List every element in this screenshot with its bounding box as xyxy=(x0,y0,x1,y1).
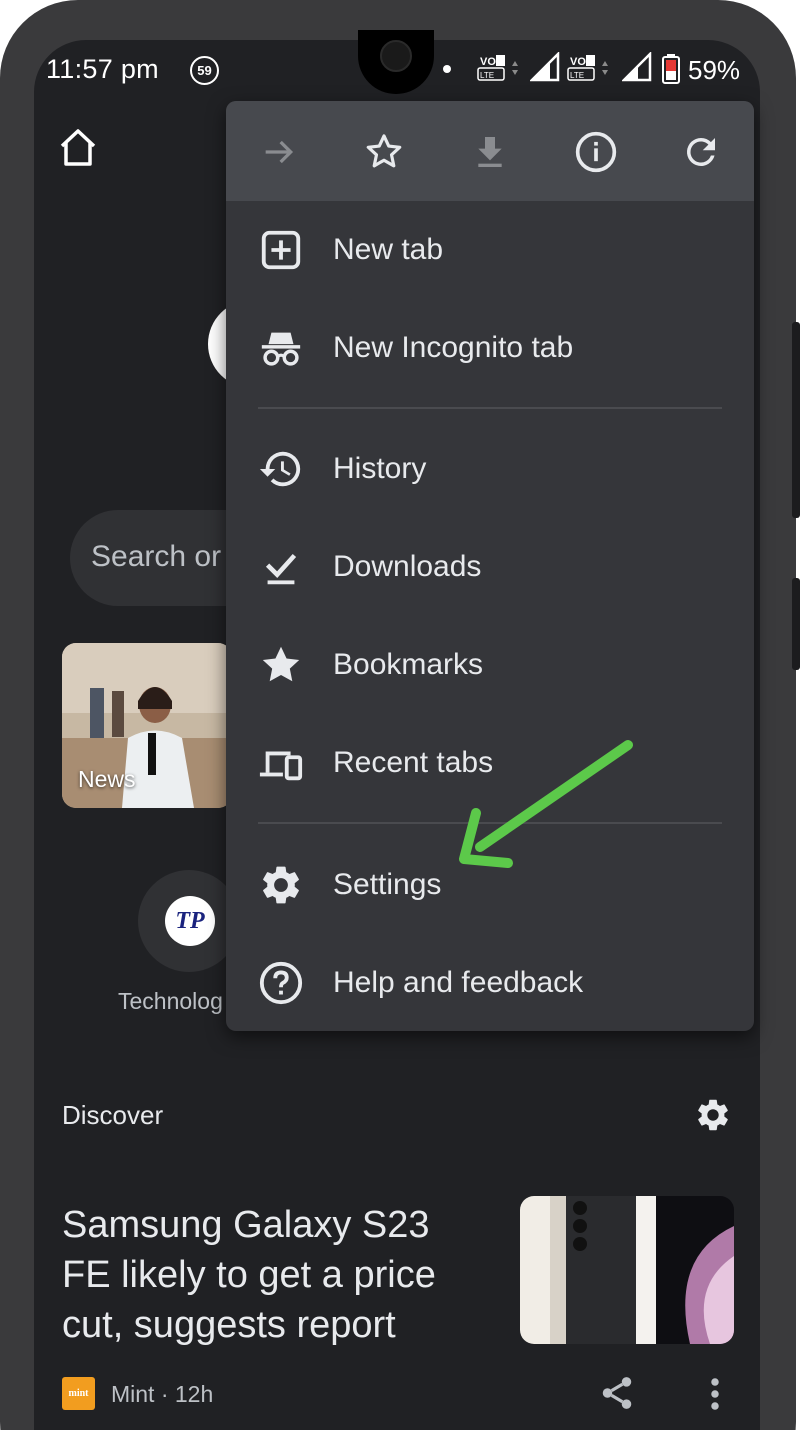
battery-percent: 59% xyxy=(688,55,741,85)
menu-item-label: Help and feedback xyxy=(333,966,584,999)
article-title[interactable]: Samsung Galaxy S23 FE likely to get a pr… xyxy=(62,1200,482,1350)
mint-logo: mint xyxy=(62,1377,95,1410)
downloads-icon xyxy=(265,553,297,585)
signal-strength-icon xyxy=(530,52,560,82)
menu-item-new-incognito-tab[interactable]: New Incognito tab xyxy=(226,299,754,397)
signal-strength-2-icon xyxy=(622,52,652,82)
forward-icon xyxy=(265,140,294,164)
menu-item-label: History xyxy=(333,452,427,485)
notification-count-badge: 59 xyxy=(190,56,219,85)
svg-text:LTE: LTE xyxy=(480,71,494,80)
menu-item-label: Bookmarks xyxy=(333,648,484,681)
shortcut-label: Technolog xyxy=(118,988,223,1014)
download-icon xyxy=(478,137,502,167)
recent-tabs-icon xyxy=(259,751,303,781)
discover-settings-gear-icon[interactable] xyxy=(694,1096,732,1134)
bookmark-star-button[interactable] xyxy=(361,129,407,175)
sim1-volte-icon: VO LTE xyxy=(477,55,518,81)
menu-item-history[interactable]: History xyxy=(226,420,754,518)
article-source: Mint · 12h xyxy=(111,1381,214,1407)
new-tab-icon xyxy=(261,230,301,270)
menu-item-label: Settings xyxy=(333,868,442,901)
info-icon xyxy=(575,131,617,173)
tp-logo: TP xyxy=(165,896,215,946)
overflow-menu: New tab New Incognito tab History Downlo… xyxy=(226,101,754,1031)
menu-item-help-and-feedback[interactable]: Help and feedback xyxy=(226,934,754,1031)
incognito-icon xyxy=(261,332,301,366)
page-info-button[interactable] xyxy=(573,129,619,175)
menu-item-downloads[interactable]: Downloads xyxy=(226,518,754,616)
svg-text:VO: VO xyxy=(480,56,496,68)
article-more-icon[interactable] xyxy=(706,1376,724,1412)
status-bar: 11:57 pm 59 VO LTE VO LTE 59% xyxy=(0,0,800,100)
search-placeholder: Search or xyxy=(91,540,222,573)
menu-divider xyxy=(258,407,722,409)
status-time: 11:57 pm xyxy=(46,54,159,84)
bookmark-star-icon xyxy=(366,134,402,168)
article-thumbnail[interactable] xyxy=(520,1196,734,1344)
forward-button[interactable] xyxy=(256,129,302,175)
menu-item-bookmarks[interactable]: Bookmarks xyxy=(226,616,754,714)
svg-text:VO: VO xyxy=(570,56,586,68)
phone-product-image xyxy=(520,1196,734,1344)
volume-button xyxy=(792,322,800,518)
news-tile-label: News xyxy=(78,766,136,792)
menu-item-label: New Incognito tab xyxy=(333,331,574,364)
menu-item-new-tab[interactable]: New tab xyxy=(226,201,754,299)
svg-text:LTE: LTE xyxy=(570,71,584,80)
discover-heading: Discover xyxy=(62,1100,164,1130)
battery-icon xyxy=(662,54,680,84)
home-icon[interactable] xyxy=(56,126,100,170)
share-icon[interactable] xyxy=(598,1374,636,1412)
download-button[interactable] xyxy=(467,129,513,175)
settings-icon xyxy=(263,866,299,904)
refresh-icon xyxy=(686,138,715,166)
menu-item-label: New tab xyxy=(333,233,444,266)
sim2-volte-icon: VO LTE xyxy=(567,55,608,81)
notification-dot xyxy=(443,65,451,73)
refresh-button[interactable] xyxy=(678,129,724,175)
bookmarks-icon xyxy=(262,646,300,682)
menu-toolbar xyxy=(226,101,754,201)
menu-item-label: Downloads xyxy=(333,550,482,583)
annotation-arrow xyxy=(459,740,633,868)
front-camera xyxy=(380,40,412,72)
power-button xyxy=(792,578,800,670)
help-icon xyxy=(259,961,303,1005)
history-icon xyxy=(259,451,301,487)
